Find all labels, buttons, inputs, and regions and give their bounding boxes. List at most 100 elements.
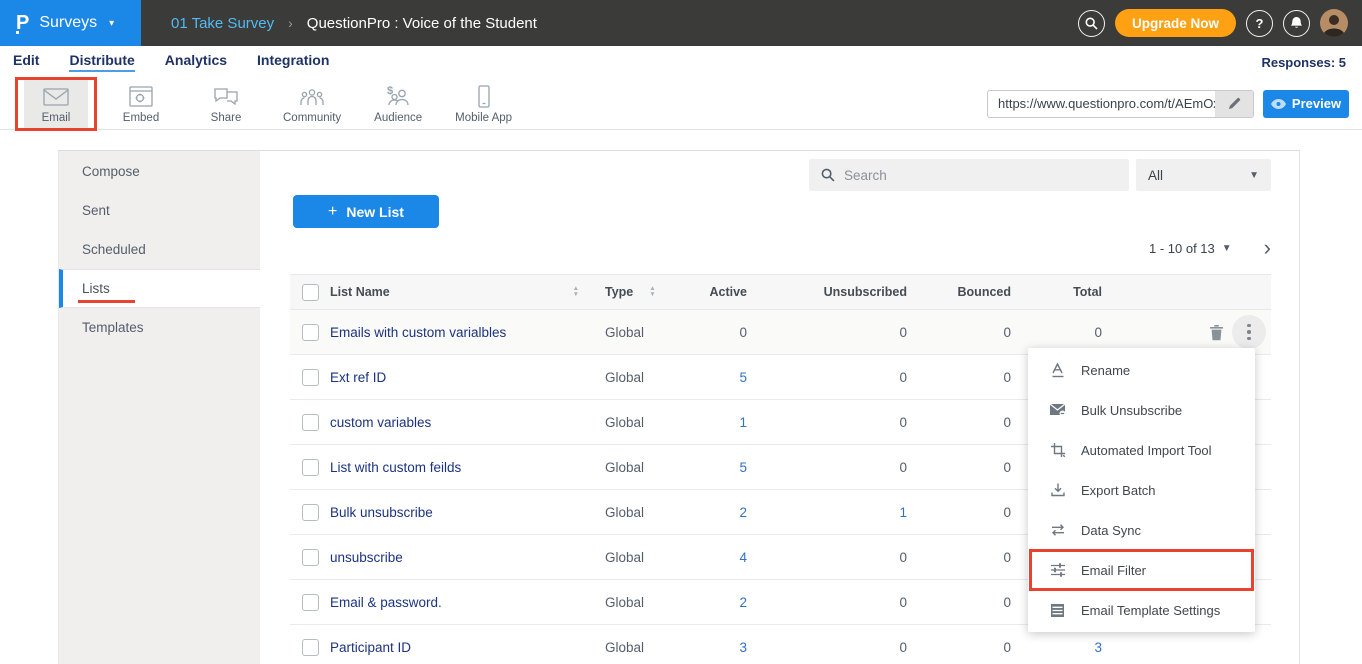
active-count[interactable]: 0	[700, 325, 765, 340]
sidebar-item-templates[interactable]: Templates	[59, 308, 260, 347]
product-switcher[interactable]: P Surveys ▾	[0, 0, 141, 46]
menu-item-label: Email Filter	[1081, 563, 1146, 578]
tool-item-mobile-app[interactable]: Mobile App	[451, 80, 516, 128]
active-count[interactable]: 5	[700, 460, 765, 475]
menu-item-automated-import-tool[interactable]: Automated Import Tool	[1028, 430, 1255, 470]
list-name-link[interactable]: unsubscribe	[330, 550, 403, 565]
menu-item-label: Export Batch	[1081, 483, 1155, 498]
sidebar-item-compose[interactable]: Compose	[59, 152, 260, 191]
notifications-button[interactable]	[1283, 10, 1310, 37]
total-count: 0	[1015, 325, 1110, 340]
tool-item-embed[interactable]: Embed	[109, 80, 173, 128]
search-button[interactable]	[1078, 10, 1105, 37]
list-name-link[interactable]: Emails with custom varialbles	[330, 325, 506, 340]
pagination-caret-icon[interactable]: ▼	[1222, 243, 1232, 254]
col-type[interactable]: Type	[605, 285, 633, 299]
filter-dropdown[interactable]: All ▼	[1136, 159, 1271, 191]
next-page-button[interactable]: ›	[1264, 241, 1271, 255]
list-name-link[interactable]: Bulk unsubscribe	[330, 505, 433, 520]
bell-icon	[1290, 16, 1303, 30]
menu-item-export-batch[interactable]: Export Batch	[1028, 470, 1255, 510]
nav-item-edit[interactable]: Edit	[13, 52, 39, 72]
menu-item-data-sync[interactable]: Data Sync	[1028, 510, 1255, 550]
menu-item-rename[interactable]: Rename	[1028, 350, 1255, 390]
row-checkbox[interactable]	[302, 414, 319, 431]
active-count[interactable]: 2	[700, 505, 765, 520]
tool-item-community[interactable]: Community	[279, 80, 345, 128]
row-checkbox[interactable]	[302, 549, 319, 566]
col-list-name[interactable]: List Name	[330, 285, 390, 299]
survey-url-value: https://www.questionpro.com/t/AEmOx2	[988, 96, 1215, 111]
new-list-button[interactable]: + New List	[293, 195, 439, 228]
breadcrumb: 01 Take Survey › QuestionPro : Voice of …	[171, 15, 537, 32]
upgrade-now-button[interactable]: Upgrade Now	[1115, 9, 1236, 37]
row-menu-button[interactable]	[1232, 315, 1266, 349]
survey-nav: EditDistributeAnalyticsIntegration Respo…	[0, 46, 1362, 78]
sidebar-item-sent[interactable]: Sent	[59, 191, 260, 230]
nav-item-integration[interactable]: Integration	[257, 52, 329, 72]
row-checkbox[interactable]	[302, 594, 319, 611]
preview-label: Preview	[1292, 96, 1341, 111]
email-filter-icon	[1049, 562, 1066, 578]
active-count[interactable]: 4	[700, 550, 765, 565]
new-list-label: New List	[346, 204, 404, 220]
unsubscribed-count: 0	[765, 550, 915, 565]
chevron-down-icon: ▼	[1249, 170, 1259, 181]
preview-button[interactable]: Preview	[1263, 90, 1349, 118]
tool-item-audience[interactable]: $ Audience	[366, 80, 430, 128]
breadcrumb-survey-title: QuestionPro : Voice of the Student	[307, 15, 537, 32]
sidebar-item-lists[interactable]: Lists	[59, 269, 260, 308]
pagination-range[interactable]: 1 - 10 of 13	[1149, 241, 1215, 256]
list-name-link[interactable]: Email & password.	[330, 595, 442, 610]
col-total: Total	[1015, 285, 1110, 299]
menu-item-email-filter[interactable]: Email Filter	[1028, 550, 1255, 590]
bounced-count: 0	[915, 595, 1015, 610]
list-name-link[interactable]: Ext ref ID	[330, 370, 386, 385]
menu-item-email-template-settings[interactable]: Email Template Settings	[1028, 590, 1255, 630]
menu-item-label: Bulk Unsubscribe	[1081, 403, 1182, 418]
sidebar-item-scheduled[interactable]: Scheduled	[59, 230, 260, 269]
row-actions	[1110, 315, 1271, 349]
sort-icon[interactable]: ▲▼	[573, 286, 579, 298]
plus-icon: +	[328, 203, 337, 221]
email-template-settings-icon	[1049, 603, 1066, 618]
list-name-link[interactable]: List with custom feilds	[330, 460, 461, 475]
tool-item-email[interactable]: Email	[24, 80, 88, 128]
product-menu-label: Surveys	[39, 14, 97, 32]
tool-item-label: Share	[211, 112, 242, 124]
sort-icon[interactable]: ▲▼	[649, 286, 655, 298]
breadcrumb-survey-link[interactable]: 01 Take Survey	[171, 15, 274, 32]
edit-url-button[interactable]	[1215, 91, 1253, 117]
unsubscribed-count: 0	[765, 595, 915, 610]
table-header: List Name ▲▼ Type ▲▼ Active Unsubscribed…	[290, 274, 1271, 310]
active-count[interactable]: 2	[700, 595, 765, 610]
nav-item-analytics[interactable]: Analytics	[165, 52, 227, 72]
row-checkbox[interactable]	[302, 459, 319, 476]
nav-item-distribute[interactable]: Distribute	[69, 52, 134, 72]
list-name-link[interactable]: custom variables	[330, 415, 431, 430]
distribute-toolbar: Email Embed Share Community $ Audience M…	[0, 78, 1362, 130]
row-checkbox[interactable]	[302, 369, 319, 386]
community-icon	[297, 83, 327, 110]
active-count[interactable]: 5	[700, 370, 765, 385]
row-checkbox[interactable]	[302, 324, 319, 341]
active-count[interactable]: 1	[700, 415, 765, 430]
page: P Surveys ▾ 01 Take Survey › QuestionPro…	[0, 0, 1362, 664]
tool-item-label: Community	[283, 112, 341, 124]
survey-url-field[interactable]: https://www.questionpro.com/t/AEmOx2	[987, 90, 1254, 118]
tool-item-share[interactable]: Share	[194, 80, 258, 128]
row-checkbox[interactable]	[302, 504, 319, 521]
search-icon	[821, 168, 835, 182]
menu-item-label: Automated Import Tool	[1081, 443, 1212, 458]
row-checkbox[interactable]	[302, 639, 319, 656]
select-all-checkbox[interactable]	[302, 284, 319, 301]
search-input[interactable]	[844, 168, 1117, 183]
avatar[interactable]	[1320, 9, 1348, 37]
help-button[interactable]: ?	[1246, 10, 1273, 37]
menu-item-bulk-unsubscribe[interactable]: Bulk Unsubscribe	[1028, 390, 1255, 430]
list-name-link[interactable]: Participant ID	[330, 640, 411, 655]
tool-item-label: Embed	[123, 112, 159, 124]
active-count[interactable]: 3	[700, 640, 765, 655]
delete-icon[interactable]	[1209, 324, 1224, 341]
rename-icon	[1049, 362, 1066, 378]
